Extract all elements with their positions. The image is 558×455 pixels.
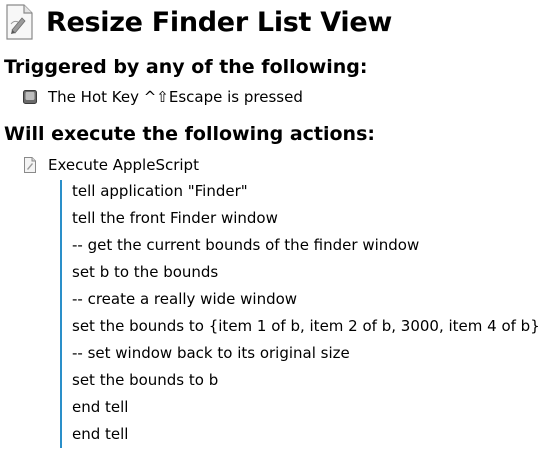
triggers-heading: Triggered by any of the following:: [4, 56, 368, 78]
actions-heading: Will execute the following actions:: [4, 123, 375, 145]
script-line: set the bounds to {item 1 of b, item 2 o…: [72, 317, 540, 335]
script-line: end tell: [72, 425, 129, 443]
trigger-item[interactable]: The Hot Key ^⇧Escape is pressed: [22, 86, 303, 108]
script-line: -- get the current bounds of the finder …: [72, 236, 420, 254]
script-line: tell the front Finder window: [72, 209, 278, 227]
script-line: set b to the bounds: [72, 263, 219, 281]
script-line: end tell: [72, 398, 129, 416]
applescript-document-icon: [24, 157, 36, 173]
script-document-icon: [6, 4, 33, 40]
action-label: Execute AppleScript: [48, 156, 199, 174]
script-line: -- set window back to its original size: [72, 344, 350, 362]
macro-header: Resize Finder List View: [4, 2, 392, 42]
script-line: set the bounds to b: [72, 371, 219, 389]
applescript-code-block[interactable]: tell application "Finder" tell the front…: [60, 180, 555, 448]
script-line: tell application "Finder": [72, 182, 248, 200]
script-line: -- create a really wide window: [72, 290, 298, 308]
keyboard-key-icon: [23, 90, 37, 104]
action-item[interactable]: Execute AppleScript: [22, 154, 199, 176]
macro-title: Resize Finder List View: [46, 6, 392, 38]
trigger-text: The Hot Key ^⇧Escape is pressed: [48, 88, 303, 106]
